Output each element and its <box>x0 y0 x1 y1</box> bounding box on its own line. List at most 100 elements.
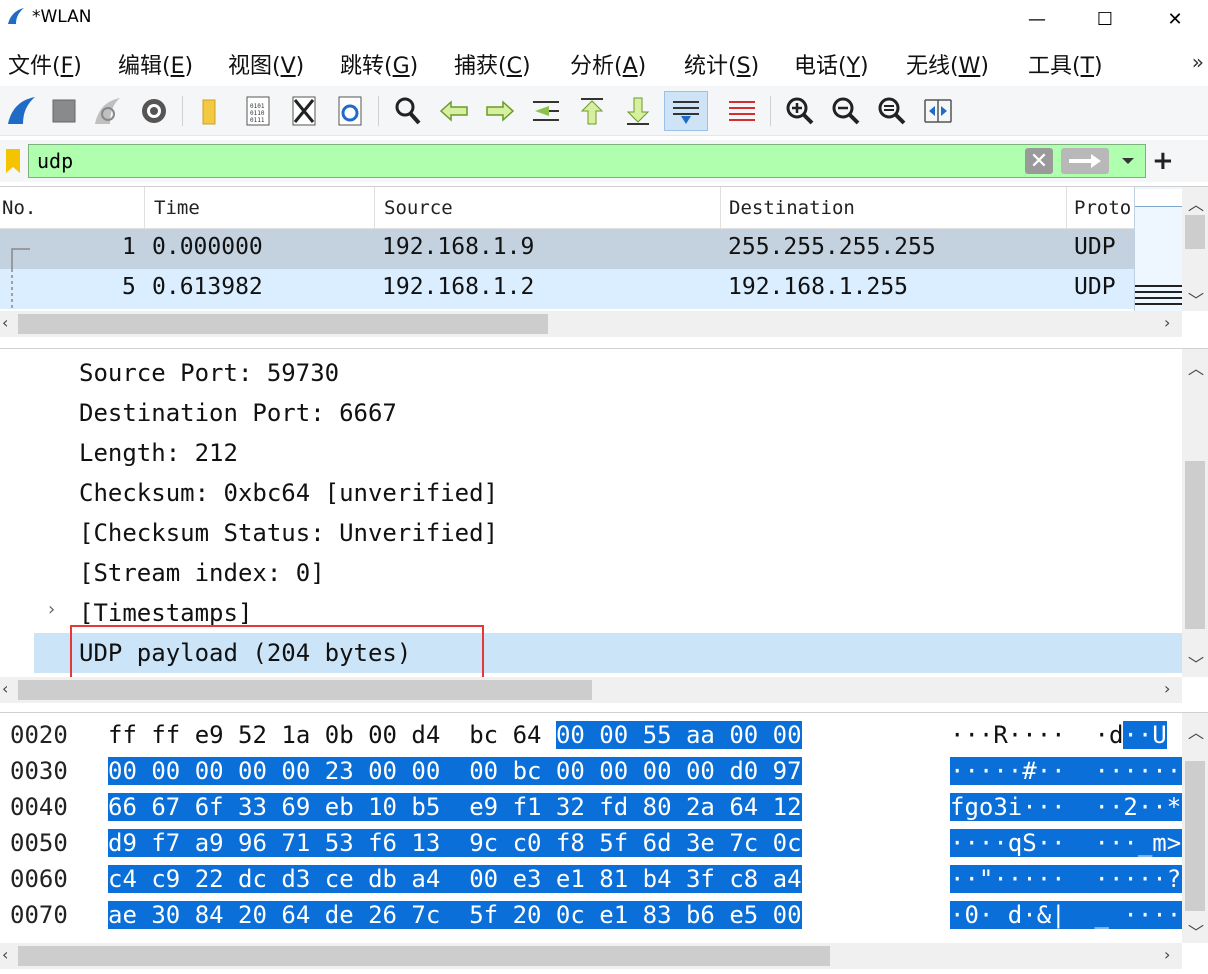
hex-bytes[interactable]: ae 30 84 20 64 de 26 7c 5f 20 0c e1 83 b… <box>108 901 802 929</box>
scroll-up-icon[interactable]: ︿ <box>1188 719 1204 743</box>
clear-filter-button[interactable]: ✕ <box>1025 148 1053 174</box>
restart-capture-icon[interactable] <box>88 91 128 131</box>
scroll-left-icon[interactable]: ‹ <box>2 945 8 964</box>
menu-overflow-icon[interactable]: » <box>1192 50 1204 74</box>
scroll-left-icon[interactable]: ‹ <box>2 313 8 332</box>
go-back-icon[interactable] <box>434 91 474 131</box>
zoom-normal-icon[interactable] <box>872 91 912 131</box>
scrollbar-thumb[interactable] <box>18 314 548 334</box>
scrollbar-thumb[interactable] <box>1185 761 1205 911</box>
packet-list-horizontal-scrollbar[interactable]: ‹ › <box>0 311 1182 337</box>
apply-filter-button[interactable] <box>1061 148 1109 174</box>
hex-bytes[interactable]: ff ff e9 52 1a 0b 00 d4 bc 64 00 00 55 a… <box>108 721 802 749</box>
bytes-row[interactable]: 0030 00 00 00 00 00 23 00 00 00 bc 00 00… <box>0 753 1208 789</box>
menu-analyze[interactable]: 分析(A) <box>570 48 646 80</box>
bytes-row[interactable]: 0060 c4 c9 22 dc d3 ce db a4 00 e3 e1 81… <box>0 861 1208 897</box>
filter-history-dropdown[interactable] <box>1115 148 1141 174</box>
find-packet-icon[interactable] <box>388 91 428 131</box>
menu-go[interactable]: 跳转(G) <box>340 48 418 80</box>
scroll-down-icon[interactable]: ﹀ <box>1188 287 1204 311</box>
column-header-source[interactable]: Source <box>384 197 453 219</box>
menu-wireless[interactable]: 无线(W) <box>906 48 989 80</box>
bytes-row[interactable]: 0070 ae 30 84 20 64 de 26 7c 5f 20 0c e1… <box>0 897 1208 933</box>
detail-line[interactable]: Source Port: 59730 <box>34 353 1182 393</box>
packet-list-vertical-scrollbar[interactable]: ︿ ﹀ <box>1182 187 1208 311</box>
expand-chevron-icon[interactable]: › <box>46 599 57 620</box>
hex-bytes[interactable]: d9 f7 a9 96 71 53 f6 13 9c c0 f8 5f 6d 3… <box>108 829 802 857</box>
scroll-up-icon[interactable]: ︿ <box>1188 191 1204 215</box>
scrollbar-thumb[interactable] <box>1185 461 1205 629</box>
packet-row[interactable]: 5 0.613982 192.168.1.2 192.168.1.255 UDP <box>0 269 1134 309</box>
zoom-in-icon[interactable] <box>780 91 820 131</box>
autoscroll-icon[interactable] <box>664 91 708 131</box>
scroll-right-icon[interactable]: › <box>1164 313 1170 332</box>
ascii-bytes[interactable]: ···R···· ·d··U <box>950 721 1167 749</box>
bytes-row[interactable]: 0040 66 67 6f 33 69 eb 10 b5 e9 f1 32 fd… <box>0 789 1208 825</box>
save-file-icon[interactable]: 0101 0110 0111 <box>238 91 278 131</box>
resize-columns-icon[interactable] <box>918 91 958 131</box>
hex-bytes[interactable]: 00 00 00 00 00 23 00 00 00 bc 00 00 00 0… <box>108 757 802 785</box>
scrollbar-thumb[interactable] <box>18 680 592 700</box>
scrollbar-thumb[interactable] <box>1185 215 1205 249</box>
detail-line[interactable]: [Checksum Status: Unverified] <box>34 513 1182 553</box>
menu-file[interactable]: 文件(F) <box>8 48 82 80</box>
reload-file-icon[interactable] <box>330 91 370 131</box>
menu-view[interactable]: 视图(V) <box>228 48 304 80</box>
hex-bytes[interactable]: c4 c9 22 dc d3 ce db a4 00 e3 e1 81 b4 3… <box>108 865 802 893</box>
column-divider[interactable] <box>374 187 375 229</box>
menu-edit[interactable]: 编辑(E) <box>118 48 193 80</box>
bytes-row[interactable]: 0020 ff ff e9 52 1a 0b 00 d4 bc 64 00 00… <box>0 717 1182 753</box>
column-header-destination[interactable]: Destination <box>729 197 855 219</box>
ascii-bytes[interactable]: fgo3i··· ··2··*d· <box>950 793 1208 821</box>
column-divider[interactable] <box>720 187 721 229</box>
column-divider[interactable] <box>1066 187 1067 229</box>
bytes-row[interactable]: 0050 d9 f7 a9 96 71 53 f6 13 9c c0 f8 5f… <box>0 825 1208 861</box>
details-vertical-scrollbar[interactable]: ︿ ﹀ <box>1182 349 1208 677</box>
close-file-icon[interactable] <box>284 91 324 131</box>
go-first-icon[interactable] <box>572 91 612 131</box>
detail-line[interactable]: Destination Port: 6667 <box>34 393 1182 433</box>
display-filter-input[interactable]: udp <box>37 149 73 173</box>
scrollbar-thumb[interactable] <box>18 946 830 966</box>
ascii-bytes[interactable]: ··"····· ·····?·· <box>950 865 1208 893</box>
maximize-button[interactable]: ☐ <box>1076 0 1134 38</box>
colorize-icon[interactable] <box>722 91 762 131</box>
hex-bytes[interactable]: 66 67 6f 33 69 eb 10 b5 e9 f1 32 fd 80 2… <box>108 793 802 821</box>
add-filter-button[interactable]: + <box>1152 146 1174 176</box>
close-button[interactable]: ✕ <box>1146 0 1204 38</box>
detail-line[interactable]: Checksum: 0xbc64 [unverified] <box>34 473 1182 513</box>
column-header-no[interactable]: No. <box>2 197 36 219</box>
minimize-button[interactable]: — <box>1008 0 1066 38</box>
menu-telephony[interactable]: 电话(Y) <box>794 48 869 80</box>
scroll-right-icon[interactable]: › <box>1164 945 1170 964</box>
detail-line[interactable]: Length: 212 <box>34 433 1182 473</box>
stop-capture-icon[interactable] <box>44 91 84 131</box>
packet-minimap[interactable] <box>1134 187 1183 311</box>
column-divider[interactable] <box>144 187 145 229</box>
detail-line[interactable]: [Stream index: 0] <box>34 553 1182 593</box>
details-horizontal-scrollbar[interactable]: ‹ › <box>0 677 1182 703</box>
column-header-protocol[interactable]: Proto <box>1074 197 1131 219</box>
go-last-icon[interactable] <box>618 91 658 131</box>
scroll-left-icon[interactable]: ‹ <box>2 679 8 698</box>
bytes-horizontal-scrollbar[interactable]: ‹ › <box>0 943 1182 969</box>
scroll-down-icon[interactable]: ﹀ <box>1188 651 1204 675</box>
menu-tools[interactable]: 工具(T) <box>1028 48 1103 80</box>
scroll-down-icon[interactable]: ﹀ <box>1188 919 1204 943</box>
go-forward-icon[interactable] <box>480 91 520 131</box>
open-file-icon[interactable] <box>190 91 230 131</box>
ascii-bytes[interactable]: ·····#·· ········ <box>950 757 1208 785</box>
menu-capture[interactable]: 捕获(C) <box>454 48 531 80</box>
menu-statistics[interactable]: 统计(S) <box>684 48 759 80</box>
column-header-time[interactable]: Time <box>154 197 200 219</box>
ascii-bytes[interactable]: ····qS·· ···_m>|· <box>950 829 1208 857</box>
scroll-up-icon[interactable]: ︿ <box>1188 355 1204 379</box>
go-to-packet-icon[interactable] <box>526 91 566 131</box>
ascii-bytes[interactable]: ·0· d·&| _ ······ <box>950 901 1208 929</box>
display-filter-field[interactable]: udp ✕ <box>28 144 1146 178</box>
packet-row[interactable]: 1 0.000000 192.168.1.9 255.255.255.255 U… <box>0 229 1134 269</box>
start-capture-icon[interactable] <box>2 91 42 131</box>
bookmark-icon[interactable] <box>4 148 22 174</box>
capture-options-icon[interactable] <box>134 91 174 131</box>
zoom-out-icon[interactable] <box>826 91 866 131</box>
